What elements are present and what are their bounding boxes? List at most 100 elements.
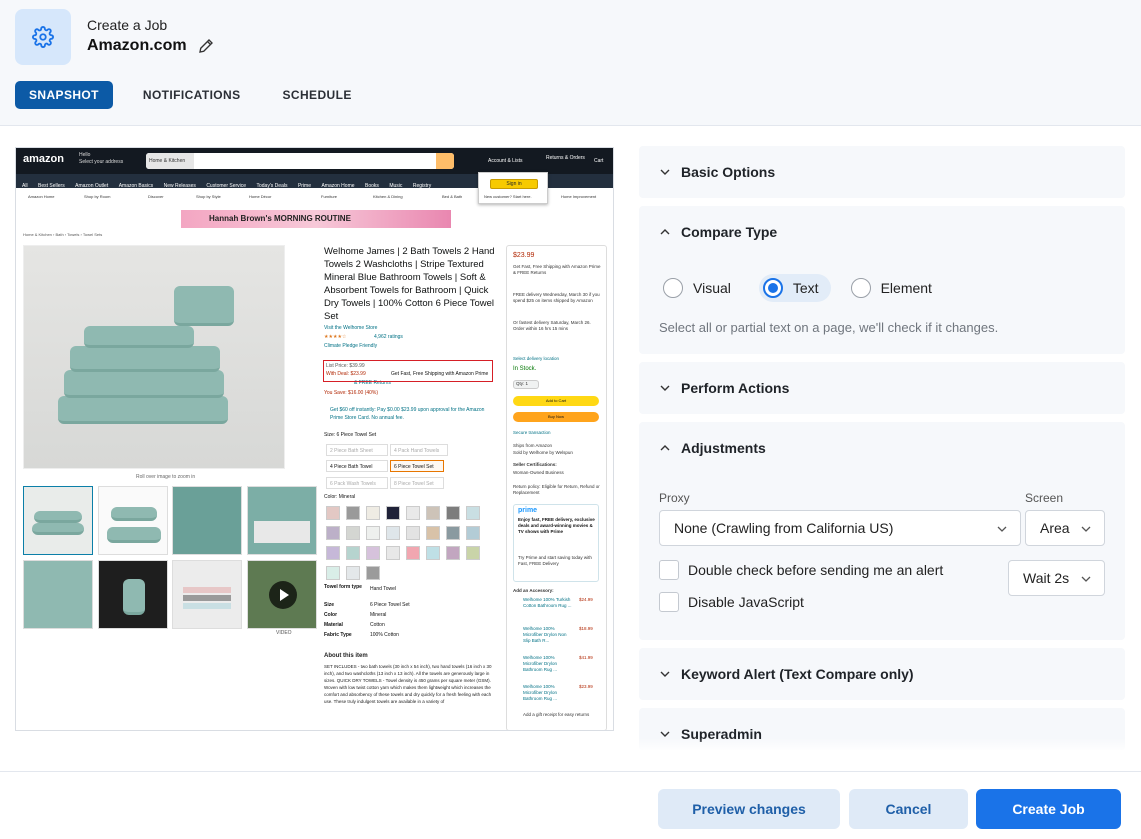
amazon-subnav-item: Bed & Bath xyxy=(442,194,463,199)
size-option-selected: 6 Piece Towel Set xyxy=(390,460,444,472)
product-thumbnail xyxy=(98,560,168,629)
perform-actions-header[interactable]: Perform Actions xyxy=(659,380,789,396)
radio-visual-label: Visual xyxy=(693,280,731,296)
color-swatch xyxy=(466,526,480,540)
chevron-down-icon xyxy=(660,169,670,175)
color-swatch xyxy=(446,526,460,540)
detail-key: Size xyxy=(324,602,335,608)
buy-box: $23.99 Get Fast, Free Shipping with Amaz… xyxy=(506,245,607,730)
proxy-select[interactable]: None (Crawling from California US) xyxy=(659,510,1021,546)
color-swatch xyxy=(346,526,360,540)
perform-actions-section[interactable]: Perform Actions xyxy=(639,362,1125,414)
climate-pledge: Climate Pledge Friendly xyxy=(324,343,378,349)
size-label: Size: 6 Piece Towel Set xyxy=(324,432,377,438)
cancel-button[interactable]: Cancel xyxy=(849,789,968,829)
detail-key: Towel form type xyxy=(324,584,362,590)
detail-value: 100% Cotton xyxy=(370,632,399,638)
buybox-secure: Secure transaction xyxy=(513,430,551,435)
amazon-logo: amazon xyxy=(23,153,64,165)
basic-options-header[interactable]: Basic Options xyxy=(659,164,775,180)
product-thumbnail xyxy=(172,486,242,555)
compare-type-label: Compare Type xyxy=(681,224,778,240)
color-swatch xyxy=(346,546,360,560)
amazon-nav-item: All xyxy=(22,183,28,189)
superadmin-section[interactable]: Superadmin xyxy=(639,708,1125,750)
color-swatch xyxy=(466,546,480,560)
buybox-ships-from: Ships from Amazon xyxy=(513,443,553,448)
promo-banner: Hannah Brown's MORNING ROUTINE xyxy=(181,210,451,228)
buy-now-button: Buy Now xyxy=(513,412,599,422)
color-swatch xyxy=(386,526,400,540)
wait-select-value: Wait 2s xyxy=(1023,570,1070,586)
amazon-search-icon xyxy=(436,153,454,169)
disable-js-checkbox[interactable] xyxy=(659,592,679,612)
radio-element-circle[interactable] xyxy=(850,278,871,298)
radio-element-label: Element xyxy=(880,280,932,296)
amazon-subnav-item: Shop by Room xyxy=(84,194,111,199)
footer: Preview changes Cancel Create Job xyxy=(0,771,1141,839)
size-option: 4 Piece Bath Towel xyxy=(326,460,388,472)
adjustments-header[interactable]: Adjustments xyxy=(659,440,766,456)
create-job-button[interactable]: Create Job xyxy=(976,789,1121,829)
wait-select[interactable]: Wait 2s xyxy=(1008,560,1105,596)
radio-text-circle[interactable] xyxy=(762,278,783,298)
amazon-nav-item: Registry xyxy=(412,183,432,189)
amazon-returns-text: Returns & Orders xyxy=(546,155,585,161)
chevron-up-icon xyxy=(660,445,670,451)
roll-over-hint: Roll over image to zoom in xyxy=(136,474,196,480)
selected-text-highlight[interactable] xyxy=(323,360,493,382)
store-link: Visit the Welhome Store xyxy=(324,325,378,331)
radio-text[interactable]: Text xyxy=(758,274,831,302)
job-title: Amazon.com xyxy=(87,37,215,55)
scroll-fade xyxy=(639,738,1125,750)
product-thumbnail xyxy=(23,486,93,555)
chevron-down-icon xyxy=(660,671,670,677)
size-option: 6 Pack Wash Towels xyxy=(326,477,388,489)
amazon-subnav-item: Shop by Style xyxy=(196,194,221,199)
preview-changes-button[interactable]: Preview changes xyxy=(658,789,840,829)
product-thumbnail xyxy=(172,560,242,629)
detail-key: Color xyxy=(324,612,338,618)
instant-offer: Get $60 off instantly: Pay $0.00 $23.99 … xyxy=(330,407,485,421)
accessory-price: $41.99 xyxy=(579,655,593,660)
page-preview[interactable]: amazon Hello Select your address Home & K… xyxy=(15,147,614,731)
tab-snapshot[interactable]: SNAPSHOT xyxy=(15,81,113,109)
compare-type-header[interactable]: Compare Type xyxy=(659,224,777,240)
detail-value: Cotton xyxy=(370,622,385,628)
prime-text: Enjoy fast, FREE delivery, exclusive dea… xyxy=(518,517,595,534)
tab-schedule[interactable]: SCHEDULE xyxy=(269,81,366,109)
size-option: 4 Pack Hand Towels xyxy=(390,444,448,456)
adjustments-section: Adjustments Proxy Screen None (Crawling … xyxy=(639,422,1125,640)
product-title: Welhome James | 2 Bath Towels 2 Hand Tow… xyxy=(324,246,495,322)
tab-notifications[interactable]: NOTIFICATIONS xyxy=(129,81,255,109)
color-swatch xyxy=(426,526,440,540)
radio-element[interactable]: Element xyxy=(847,274,936,302)
prime-box: prime Enjoy fast, FREE delivery, exclusi… xyxy=(513,504,599,582)
adjustments-label: Adjustments xyxy=(681,440,766,456)
amazon-subnav-item: Home Décor xyxy=(249,194,272,199)
keyword-alert-section[interactable]: Keyword Alert (Text Compare only) xyxy=(639,648,1125,700)
size-option: 8 Piece Towel Set xyxy=(390,477,444,489)
disable-js-option[interactable]: Disable JavaScript xyxy=(659,592,804,612)
keyword-alert-header[interactable]: Keyword Alert (Text Compare only) xyxy=(659,666,914,682)
buybox-stock: In Stock. xyxy=(513,366,537,372)
detail-key: Fabric Type xyxy=(324,632,352,638)
double-check-checkbox[interactable] xyxy=(659,560,679,580)
amazon-subnav-item: Amazon Home xyxy=(28,194,55,199)
basic-options-section[interactable]: Basic Options xyxy=(639,146,1125,198)
amazon-subnav-item: Home Improvement xyxy=(561,194,597,199)
screen-select[interactable]: Area xyxy=(1025,510,1105,546)
prime-logo: prime xyxy=(518,507,538,514)
disable-js-label: Disable JavaScript xyxy=(688,594,804,610)
size-option: 2 Piece Bath Sheet xyxy=(326,444,388,456)
color-swatch xyxy=(366,546,380,560)
radio-visual-circle[interactable] xyxy=(663,278,683,298)
detail-value: 6 Piece Towel Set xyxy=(370,602,410,608)
add-to-cart-button: Add to Cart xyxy=(513,396,599,406)
pencil-icon[interactable] xyxy=(197,37,215,55)
screen-label: Screen xyxy=(1025,491,1064,505)
double-check-option[interactable]: Double check before sending me an alert xyxy=(659,560,943,580)
compare-type-options: Visual Text Element xyxy=(659,274,946,302)
you-save: You Save: $16.00 (40%) xyxy=(324,390,379,396)
radio-visual[interactable]: Visual xyxy=(659,274,735,302)
